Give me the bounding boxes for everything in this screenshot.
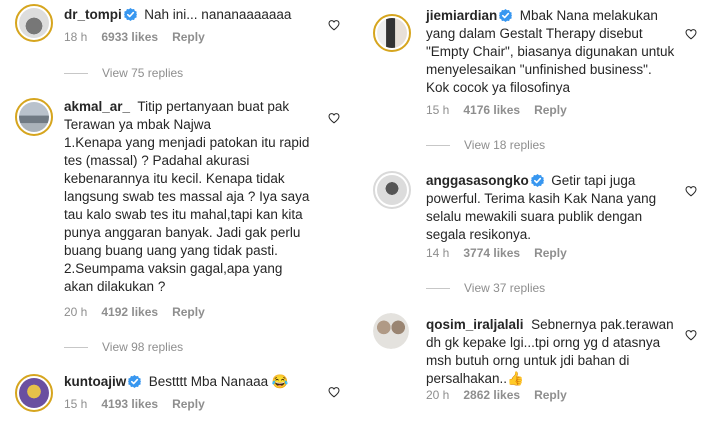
view-replies-link[interactable]: View 18 replies xyxy=(426,138,545,152)
username[interactable]: jiemiardian xyxy=(426,8,497,23)
comment-meta: 15 h 4176 likes Reply xyxy=(426,103,581,117)
likes-count[interactable]: 6933 likes xyxy=(101,30,158,44)
verified-badge-icon xyxy=(128,375,142,388)
username[interactable]: dr_tompi xyxy=(64,7,122,22)
view-replies-label: View 98 replies xyxy=(102,340,184,354)
username[interactable]: anggasasongko xyxy=(426,173,529,188)
like-heart-icon[interactable] xyxy=(328,19,340,31)
comment-text: kuntoajiw Bestttt Mba Nanaaa 😂 xyxy=(64,373,314,391)
avatar[interactable] xyxy=(15,98,53,136)
comments-column-left: dr_tompi Nah ini... nananaaaaaaa 18 h 693… xyxy=(0,0,360,422)
reply-button[interactable]: Reply xyxy=(172,30,205,44)
like-heart-icon[interactable] xyxy=(328,112,340,124)
view-replies-label: View 18 replies xyxy=(464,138,546,152)
likes-count[interactable]: 4193 likes xyxy=(101,397,158,411)
view-replies-link[interactable]: View 98 replies xyxy=(64,340,183,354)
username[interactable]: kuntoajiw xyxy=(64,374,126,389)
likes-count[interactable]: 4192 likes xyxy=(101,305,158,319)
reply-button[interactable]: Reply xyxy=(534,246,567,260)
reply-button[interactable]: Reply xyxy=(172,305,205,319)
comment-body: Nah ini... nananaaaaaaa xyxy=(144,7,292,22)
username[interactable]: akmal_ar_ xyxy=(64,99,130,114)
avatar[interactable] xyxy=(373,14,411,52)
timestamp: 20 h xyxy=(426,388,450,402)
comment-text: anggasasongko Getir tapi juga powerful. … xyxy=(426,172,676,244)
view-replies-label: View 75 replies xyxy=(102,66,184,80)
timestamp: 15 h xyxy=(426,103,450,117)
like-heart-icon[interactable] xyxy=(328,386,340,398)
comment-body: Bestttt Mba Nanaaa 😂 xyxy=(148,374,289,389)
timestamp: 18 h xyxy=(64,30,88,44)
likes-count[interactable]: 3774 likes xyxy=(463,246,520,260)
verified-badge-icon xyxy=(499,9,513,22)
verified-badge-icon xyxy=(123,8,137,21)
likes-count[interactable]: 4176 likes xyxy=(463,103,520,117)
replies-divider xyxy=(64,73,88,75)
reply-button[interactable]: Reply xyxy=(534,103,567,117)
avatar[interactable] xyxy=(373,313,409,349)
comment-meta: 15 h 4193 likes Reply xyxy=(64,397,219,411)
avatar[interactable] xyxy=(15,4,53,42)
replies-divider xyxy=(426,145,450,147)
view-replies-label: View 37 replies xyxy=(464,281,546,295)
timestamp: 15 h xyxy=(64,397,88,411)
avatar[interactable] xyxy=(15,374,53,412)
replies-divider xyxy=(426,288,450,290)
like-heart-icon[interactable] xyxy=(685,28,697,40)
comment-text: dr_tompi Nah ini... nananaaaaaaa xyxy=(64,6,314,24)
view-replies-link[interactable]: View 75 replies xyxy=(64,66,183,80)
likes-count[interactable]: 2862 likes xyxy=(463,388,520,402)
comments-column-right: jiemiardian Mbak Nana melakukan yang dal… xyxy=(360,0,720,422)
comment-text: jiemiardian Mbak Nana melakukan yang dal… xyxy=(426,7,676,97)
reply-button[interactable]: Reply xyxy=(172,397,205,411)
timestamp: 20 h xyxy=(64,305,88,319)
comment-text: qosim_iraljalali Sebnernya pak.terawan d… xyxy=(426,316,676,388)
like-heart-icon[interactable] xyxy=(685,329,697,341)
like-heart-icon[interactable] xyxy=(685,185,697,197)
comment-meta: 20 h 2862 likes Reply xyxy=(426,388,581,402)
timestamp: 14 h xyxy=(426,246,450,260)
view-replies-link[interactable]: View 37 replies xyxy=(426,281,545,295)
comment-meta: 18 h 6933 likes Reply xyxy=(64,30,219,44)
comment-text: akmal_ar_ Titip pertanyaan buat pak Tera… xyxy=(64,98,314,296)
comment-body: Titip pertanyaan buat pak Terawan ya mba… xyxy=(64,99,310,294)
comment-meta: 14 h 3774 likes Reply xyxy=(426,246,581,260)
avatar[interactable] xyxy=(373,171,411,209)
verified-badge-icon xyxy=(530,174,544,187)
comment-meta: 20 h 4192 likes Reply xyxy=(64,305,219,319)
username[interactable]: qosim_iraljalali xyxy=(426,317,524,332)
replies-divider xyxy=(64,347,88,349)
reply-button[interactable]: Reply xyxy=(534,388,567,402)
